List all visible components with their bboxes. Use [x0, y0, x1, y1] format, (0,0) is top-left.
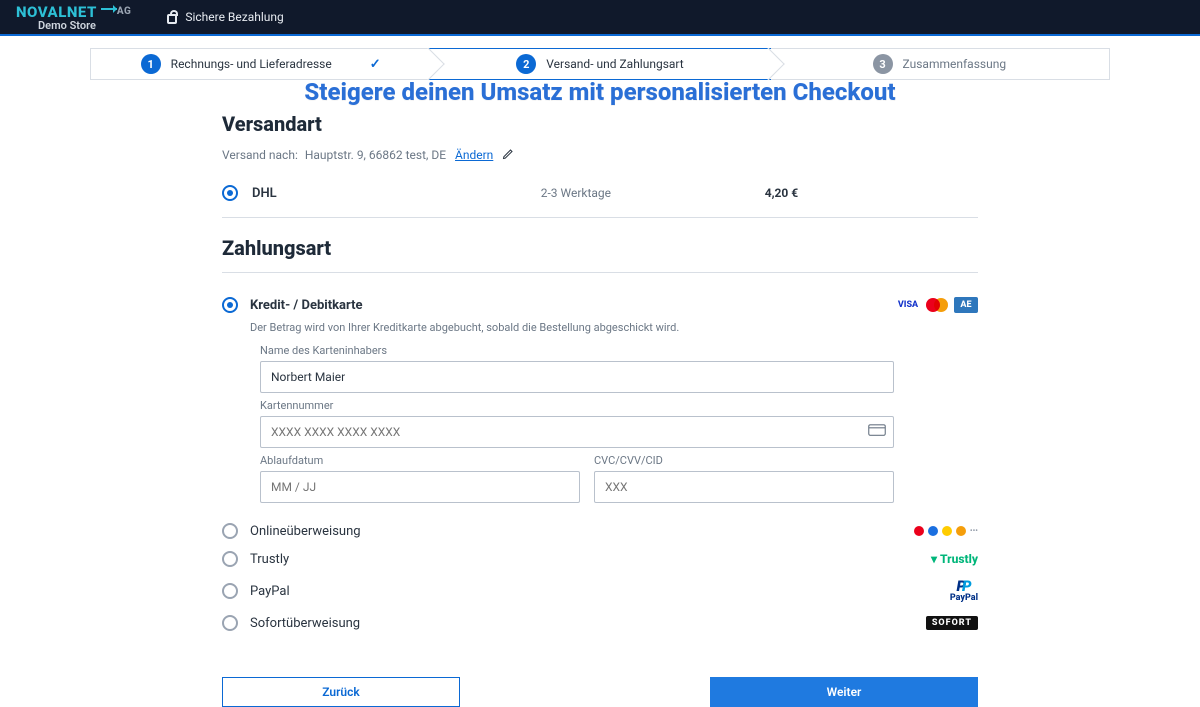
radio-icon[interactable] — [222, 523, 238, 539]
payment-name: Sofortüberweisung — [250, 616, 360, 631]
step-number: 1 — [141, 54, 161, 74]
radio-selected-icon[interactable] — [222, 297, 238, 313]
ship-to-address: Hauptstr. 9, 66862 test, DE — [305, 148, 446, 162]
card-brands: VISA AE — [896, 297, 978, 313]
paypal-logo: PPPayPal — [950, 579, 978, 603]
promo-headline: Steigere deinen Umsatz mit personalisier… — [90, 78, 1110, 106]
checkout-stepper: 1 Rechnungs- und Lieferadresse ✓ 2 Versa… — [90, 48, 1110, 80]
brand-name: NOVALNET — [16, 3, 97, 21]
step-shipping-payment[interactable]: 2 Versand- und Zahlungsart — [429, 48, 770, 80]
secure-indicator: Sichere Bezahlung — [167, 10, 283, 24]
shipping-name: DHL — [252, 186, 277, 201]
holder-label: Name des Karteninhabers — [260, 344, 894, 357]
step-address[interactable]: 1 Rechnungs- und Lieferadresse ✓ — [91, 49, 430, 79]
divider — [222, 217, 978, 218]
next-button[interactable]: Weiter — [710, 677, 978, 707]
radio-icon[interactable] — [222, 551, 238, 567]
step-number: 3 — [873, 54, 893, 74]
step-label: Versand- und Zahlungsart — [546, 57, 683, 71]
cvc-label: CVC/CVV/CID — [594, 454, 894, 467]
sofort-logo: SOFORT — [926, 616, 978, 630]
expiry-input[interactable] — [260, 471, 580, 503]
bank-chips: ••• — [914, 526, 978, 536]
ship-to-label: Versand nach: — [222, 148, 298, 162]
top-bar: NOVALNETAG Demo Store Sichere Bezahlung — [0, 0, 1200, 36]
secure-label: Sichere Bezahlung — [185, 10, 283, 24]
check-icon: ✓ — [370, 57, 381, 72]
payment-option-paypal[interactable]: PayPal PPPayPal — [222, 573, 978, 609]
radio-selected-icon[interactable] — [222, 185, 238, 201]
trustly-logo: Trustly — [931, 552, 978, 566]
mastercard-icon — [926, 298, 948, 312]
promo-text: Steigere deinen Umsatz mit personalisier… — [304, 78, 895, 106]
payment-note: Der Betrag wird von Ihrer Kreditkarte ab… — [250, 321, 978, 334]
brand-logo: NOVALNETAG Demo Store — [16, 3, 131, 32]
payment-option-sofort[interactable]: Sofortüberweisung SOFORT — [222, 609, 978, 637]
divider — [222, 272, 978, 273]
amex-icon: AE — [954, 297, 978, 313]
step-label: Rechnungs- und Lieferadresse — [171, 57, 332, 71]
card-form: Name des Karteninhabers Kartennummer Abl… — [260, 344, 978, 503]
shipping-title: Versandart — [222, 112, 978, 136]
step-number: 2 — [516, 54, 536, 74]
edit-icon[interactable] — [502, 148, 514, 163]
step-label: Zusammenfassung — [903, 57, 1007, 71]
payment-option-online[interactable]: Onlineüberweisung ••• — [222, 517, 978, 545]
next-label: Weiter — [827, 685, 862, 699]
shipping-eta: 2-3 Werktage — [541, 186, 661, 200]
cardnumber-input[interactable] — [260, 416, 894, 448]
ship-to-line: Versand nach: Hauptstr. 9, 66862 test, D… — [222, 148, 978, 163]
shipping-price: 4,20 € — [765, 186, 885, 200]
back-button[interactable]: Zurück — [222, 677, 460, 707]
payment-option-card[interactable]: Kredit- / Debitkarte VISA AE — [222, 291, 978, 319]
payment-name: Onlineüberweisung — [250, 524, 361, 539]
radio-icon[interactable] — [222, 615, 238, 631]
back-label: Zurück — [322, 685, 359, 699]
cvc-input[interactable] — [594, 471, 894, 503]
payment-name: Kredit- / Debitkarte — [250, 298, 363, 313]
payment-title: Zahlungsart — [222, 236, 978, 260]
payment-name: Trustly — [250, 552, 289, 567]
lock-icon — [167, 14, 177, 24]
expiry-label: Ablaufdatum — [260, 454, 580, 467]
brand-arrow-icon — [101, 8, 117, 10]
step-summary[interactable]: 3 Zusammenfassung — [770, 49, 1109, 79]
radio-icon[interactable] — [222, 583, 238, 599]
cardholder-input[interactable] — [260, 361, 894, 393]
change-address-link[interactable]: Ändern — [455, 148, 493, 162]
payment-option-trustly[interactable]: Trustly Trustly — [222, 545, 978, 573]
form-actions: Zurück Weiter — [222, 677, 978, 707]
shipping-option-dhl[interactable]: DHL 2-3 Werktage 4,20 € — [222, 177, 978, 209]
paypal-word: PayPal — [950, 594, 978, 603]
number-label: Kartennummer — [260, 399, 894, 412]
payment-name: PayPal — [250, 584, 290, 599]
credit-card-icon — [868, 423, 886, 441]
visa-icon: VISA — [896, 297, 920, 313]
